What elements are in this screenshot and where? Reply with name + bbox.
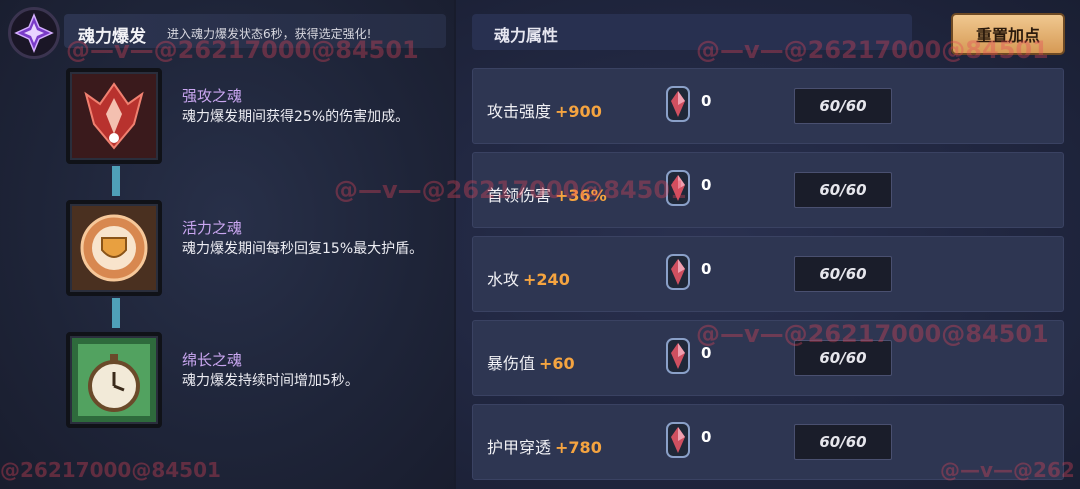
attribute-label: 攻击强度 +900 [487,102,602,121]
gem-count: 0 [701,92,712,110]
level-display[interactable]: 60/60 [794,256,892,292]
gem-count: 0 [701,176,712,194]
green-stopwatch-icon[interactable] [66,332,162,428]
attribute-row: 护甲穿透 +780 0 60/60 [472,404,1064,480]
orange-shield-icon[interactable] [66,200,162,296]
reset-points-button[interactable]: 重置加点 [951,13,1065,55]
attribute-label: 护甲穿透 +780 [487,438,602,457]
skill-connector [112,166,120,196]
skill-name: 绵长之魂 [182,351,243,369]
skill-description: 魂力爆发期间获得25%的伤害加成。 [182,109,410,125]
attribute-row: 首领伤害 +36% 0 60/60 [472,152,1064,228]
level-display[interactable]: 60/60 [794,172,892,208]
skill-connector [112,298,120,328]
skill-description: 魂力爆发持续时间增加5秒。 [182,373,359,389]
attribute-row: 暴伤值 +60 0 60/60 [472,320,1064,396]
gem-count: 0 [701,260,712,278]
soul-gem-icon [666,170,690,206]
attribute-label: 首领伤害 +36% [487,186,607,205]
level-display[interactable]: 60/60 [794,424,892,460]
soul-gem-icon [666,254,690,290]
soul-gem-icon [666,86,690,122]
gem-count: 0 [701,428,712,446]
level-display[interactable]: 60/60 [794,88,892,124]
burst-description: 进入魂力爆发状态6秒，获得选定强化! [167,27,372,41]
attribute-bonus: +60 [539,354,575,373]
attribute-label: 暴伤值 +60 [487,354,575,373]
skill-name: 活力之魂 [182,219,243,237]
attribute-bonus: +900 [555,102,602,121]
burst-title: 魂力爆发 [78,27,146,47]
red-claw-icon[interactable] [66,68,162,164]
skill-description: 魂力爆发期间每秒回复15%最大护盾。 [182,241,424,257]
attribute-row: 攻击强度 +900 0 60/60 [472,68,1064,144]
soul-gem-icon [666,338,690,374]
soul-burst-crystal-icon [8,7,60,59]
attribute-bonus: +780 [555,438,602,457]
soul-gem-icon [666,422,690,458]
attribute-bonus: +36% [555,186,607,205]
skill-name: 强攻之魂 [182,87,243,105]
attribute-row: 水攻 +240 0 60/60 [472,236,1064,312]
attribute-bonus: +240 [523,270,570,289]
gem-count: 0 [701,344,712,362]
attributes-title: 魂力属性 [494,26,559,45]
attribute-label: 水攻 +240 [487,270,570,289]
level-display[interactable]: 60/60 [794,340,892,376]
